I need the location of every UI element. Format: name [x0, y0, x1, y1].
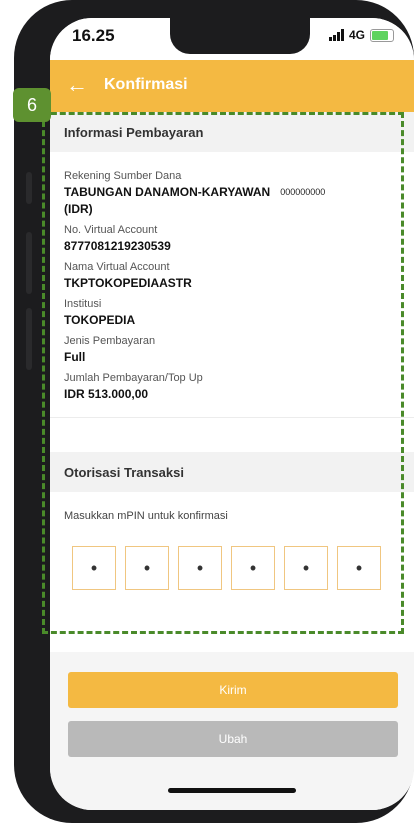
app-header: ← Konfirmasi	[50, 60, 414, 112]
source-account-name: TABUNGAN DANAMON-KARYAWAN	[64, 185, 271, 199]
source-account-row: TABUNGAN DANAMON-KARYAWAN 000000000	[64, 182, 400, 199]
page-title: Konfirmasi	[104, 76, 188, 93]
mpin-digit-3[interactable]: •	[178, 546, 222, 590]
va-name-value: TKPTOKOPEDIAASTR	[64, 276, 192, 290]
volume-up-button	[26, 232, 32, 294]
mpin-digit-1[interactable]: •	[72, 546, 116, 590]
step-badge: 6	[13, 88, 51, 122]
authorization-header: Otorisasi Transaksi	[50, 452, 414, 492]
signal-icon	[328, 29, 344, 41]
notch	[170, 18, 310, 54]
home-indicator	[168, 788, 296, 793]
mute-switch	[26, 172, 32, 204]
phone-frame: 16.25 4G ← Konfirmasi Informasi Pembayar…	[14, 0, 414, 823]
change-button[interactable]: Ubah	[68, 721, 398, 757]
volume-down-button	[26, 308, 32, 370]
payment-type-label: Jenis Pembayaran	[64, 335, 156, 347]
mpin-digit-6[interactable]: •	[337, 546, 381, 590]
status-indicators: 4G	[328, 28, 394, 42]
status-time: 16.25	[72, 26, 115, 45]
network-type: 4G	[348, 28, 365, 42]
institution-label: Institusi	[64, 298, 102, 310]
payment-type-value: Full	[64, 350, 86, 364]
mpin-input-group: • • • • • •	[72, 546, 414, 590]
battery-charging-icon	[370, 28, 394, 42]
va-number-label: No. Virtual Account	[64, 224, 158, 236]
mpin-prompt: Masukkan mPIN untuk konfirmasi	[64, 510, 228, 522]
source-account-number: 000000000	[280, 187, 326, 197]
arrow-left-icon[interactable]: ←	[66, 72, 88, 98]
va-name-label: Nama Virtual Account	[64, 261, 170, 273]
payment-info-details: Rekening Sumber Dana TABUNGAN DANAMON-KA…	[50, 152, 414, 401]
mpin-digit-2[interactable]: •	[125, 546, 169, 590]
status-bar: 16.25 4G	[50, 18, 414, 60]
confirmation-content: Informasi Pembayaran Rekening Sumber Dan…	[50, 112, 414, 652]
source-account-label: Rekening Sumber Dana	[64, 170, 182, 182]
institution-value: TOKOPEDIA	[64, 313, 136, 327]
amount-label: Jumlah Pembayaran/Top Up	[64, 372, 203, 384]
mpin-digit-4[interactable]: •	[231, 546, 275, 590]
payment-info-header: Informasi Pembayaran	[50, 112, 414, 152]
mpin-digit-5[interactable]: •	[284, 546, 328, 590]
amount-value: IDR 513.000,00	[64, 387, 149, 401]
submit-button[interactable]: Kirim	[68, 672, 398, 708]
va-number-value: 8777081219230539	[64, 239, 171, 253]
source-account-currency: (IDR)	[64, 202, 93, 216]
phone-screen: 16.25 4G ← Konfirmasi Informasi Pembayar…	[50, 18, 414, 810]
